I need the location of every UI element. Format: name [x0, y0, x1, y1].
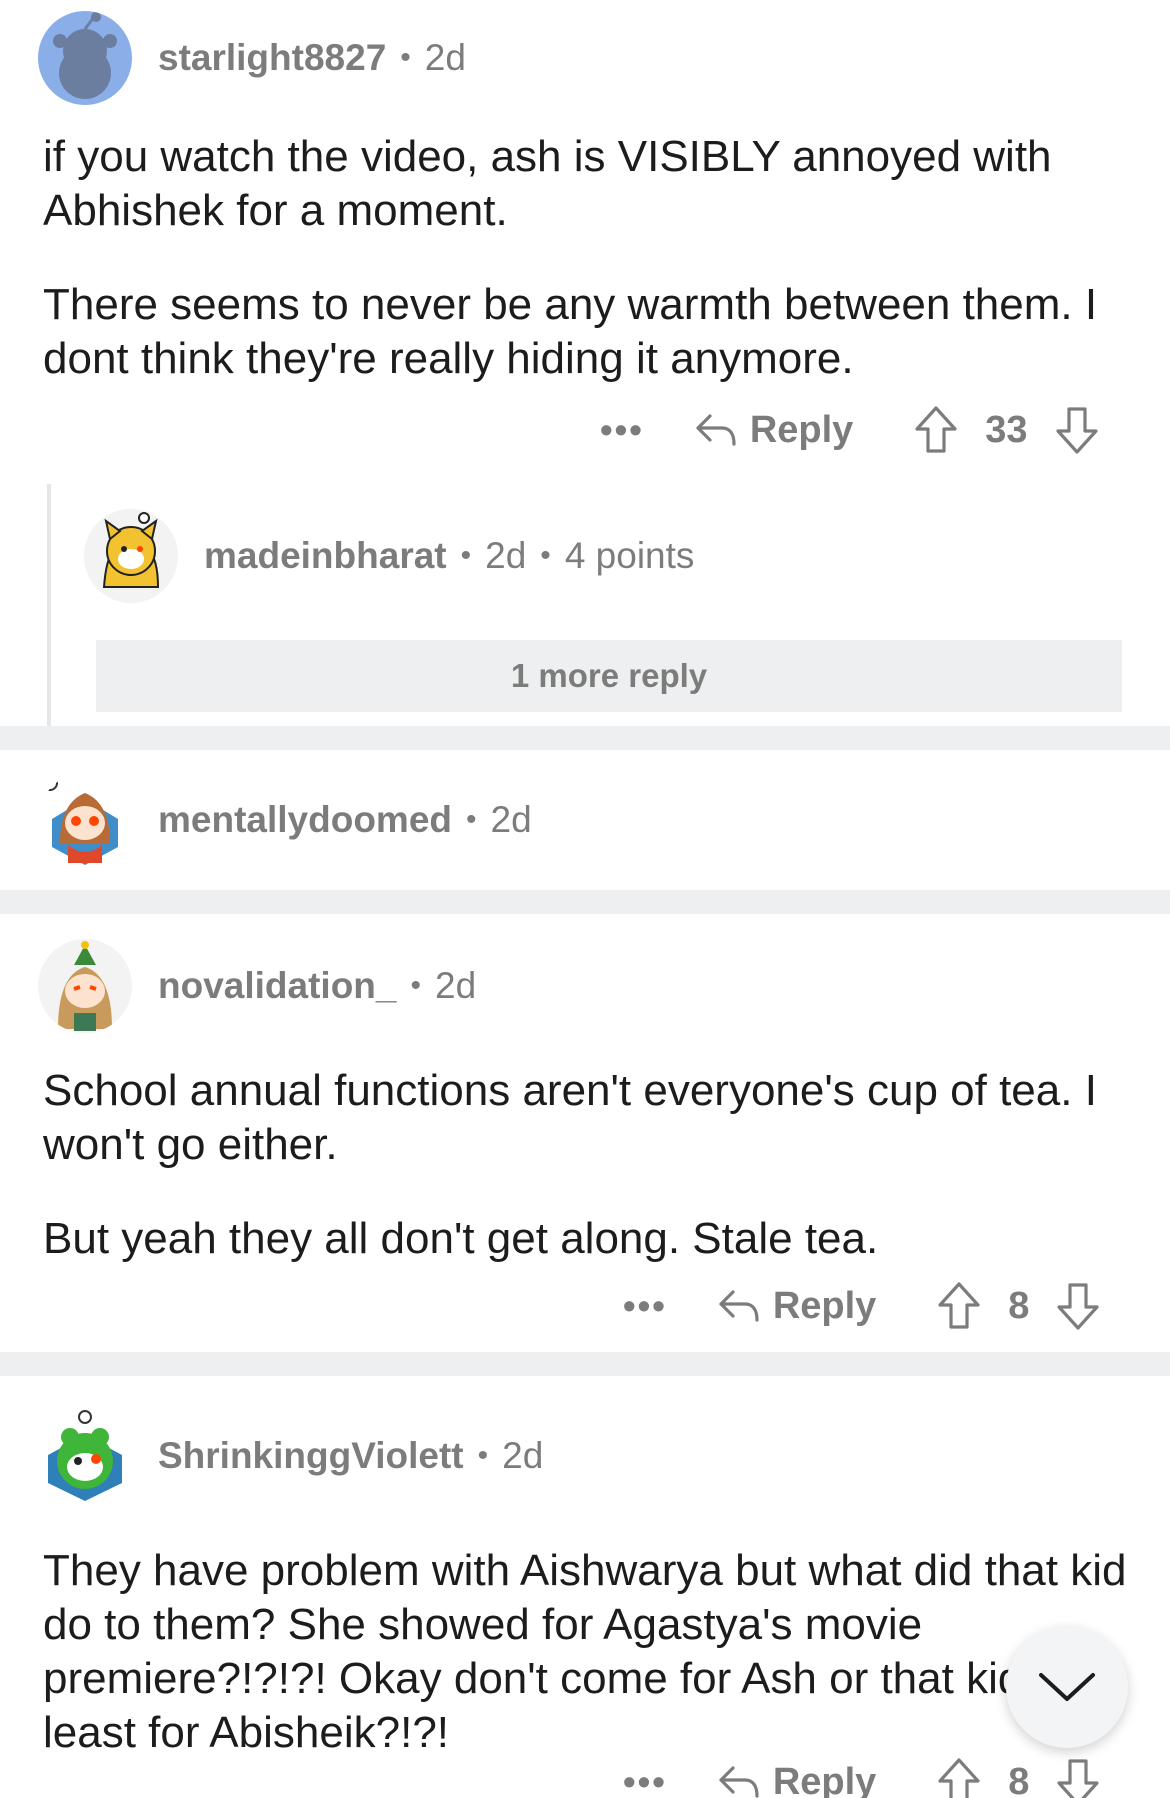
user-avatar[interactable]	[84, 509, 178, 603]
comment-body: School annual functions aren't everyone'…	[43, 1064, 1143, 1306]
reply-label: Reply	[772, 1284, 877, 1327]
meta-separator: •	[477, 1439, 489, 1472]
upvote-arrow-icon[interactable]	[936, 1281, 982, 1331]
comment-actions: ••• Reply 8	[623, 1276, 1101, 1336]
comment-meta: madeinbharat • 2d • 4 points	[204, 535, 694, 577]
meta-separator: •	[400, 41, 411, 74]
username[interactable]: ShrinkinggViolett	[158, 1435, 464, 1477]
username[interactable]: mentallydoomed	[158, 799, 452, 841]
more-options-button[interactable]: •••	[600, 409, 644, 451]
comment-age: 2d	[490, 799, 532, 840]
comment-age: 2d	[502, 1435, 544, 1476]
comment-age: 2d	[485, 535, 527, 576]
downvote-arrow-icon[interactable]	[1055, 1281, 1101, 1331]
snoo-avatar-icon	[42, 775, 118, 865]
comment-mentallydoomed[interactable]: mentallydoomed • 2d	[0, 750, 1170, 890]
vote-score: 33	[985, 408, 1028, 451]
meta-separator: •	[460, 539, 472, 572]
comment-header: ShrinkinggViolett • 2d	[38, 1408, 543, 1504]
snoo-avatar-icon	[53, 12, 117, 99]
reply-arrow-icon	[696, 414, 736, 446]
downvote-arrow-icon[interactable]	[1055, 1757, 1101, 1798]
user-avatar[interactable]	[38, 939, 132, 1033]
comment-paragraph: But yeah they all don't get along. Stale…	[43, 1214, 879, 1263]
meta-separator: •	[410, 969, 421, 1002]
comment-body: if you watch the video, ash is VISIBLY a…	[43, 130, 1143, 426]
comment-header: novalidation_ • 2d	[38, 938, 476, 1034]
comment-shrinkinggviolett: ShrinkinggViolett • 2d They have problem…	[0, 1376, 1170, 1798]
comment-separator	[0, 726, 1170, 750]
reply-arrow-icon	[719, 1766, 759, 1798]
comment-header: starlight8827 • 2d	[38, 10, 466, 106]
username[interactable]: madeinbharat	[204, 535, 447, 577]
username[interactable]: novalidation_	[158, 965, 396, 1007]
comment-starlight8827: starlight8827 • 2d if you watch the vide…	[0, 0, 1170, 726]
comment-age: 2d	[435, 965, 477, 1006]
meta-separator: •	[540, 539, 551, 572]
chevron-down-icon	[1039, 1673, 1095, 1701]
comment-points: 4 points	[564, 535, 695, 576]
username[interactable]: starlight8827	[158, 37, 386, 79]
comment-paragraph: They have problem with Aishwarya but wha…	[43, 1546, 1127, 1757]
shiba-snoo-avatar-icon	[102, 512, 160, 588]
meta-separator: •	[466, 803, 477, 836]
comment-header: mentallydoomed • 2d	[38, 772, 532, 868]
comment-separator	[0, 1352, 1170, 1376]
vote-score: 8	[1008, 1760, 1030, 1798]
comment-meta: starlight8827 • 2d	[158, 37, 466, 79]
downvote-arrow-icon[interactable]	[1054, 405, 1100, 455]
snoo-avatar-icon	[58, 941, 112, 1031]
comment-meta: mentallydoomed • 2d	[158, 799, 532, 841]
comment-meta: ShrinkinggViolett • 2d	[158, 1435, 543, 1477]
reply-button[interactable]: Reply	[694, 409, 853, 452]
scroll-down-button[interactable]	[1006, 1626, 1128, 1748]
upvote-arrow-icon[interactable]	[936, 1757, 982, 1798]
reply-label: Reply	[749, 408, 854, 451]
comment-novalidation: novalidation_ • 2d School annual functio…	[0, 914, 1170, 1352]
reply-arrow-icon	[719, 1290, 759, 1322]
reply-button[interactable]: Reply	[717, 1285, 876, 1328]
reply-label: Reply	[772, 1760, 877, 1798]
more-options-button[interactable]: •••	[623, 1285, 667, 1327]
more-replies-button[interactable]: 1 more reply	[96, 640, 1122, 712]
reply-header: madeinbharat • 2d • 4 points	[84, 508, 694, 604]
comment-paragraph: There seems to never be any warmth betwe…	[43, 280, 1098, 383]
more-options-button[interactable]: •••	[623, 1761, 667, 1798]
comment-paragraph: School annual functions aren't everyone'…	[43, 1066, 1097, 1169]
thread-line[interactable]	[47, 484, 51, 726]
vote-score: 8	[1008, 1284, 1030, 1327]
comment-actions: ••• Reply 33	[600, 400, 1100, 460]
comment-separator	[0, 890, 1170, 914]
user-avatar[interactable]	[38, 773, 132, 867]
comment-paragraph: if you watch the video, ash is VISIBLY a…	[43, 132, 1052, 235]
reply-button[interactable]: Reply	[717, 1761, 876, 1798]
upvote-arrow-icon[interactable]	[913, 405, 959, 455]
comment-age: 2d	[424, 37, 466, 78]
frog-snoo-avatar-icon	[48, 1410, 122, 1501]
comment-actions: ••• Reply 8	[623, 1752, 1101, 1798]
user-avatar[interactable]	[38, 11, 132, 105]
comment-meta: novalidation_ • 2d	[158, 965, 476, 1007]
user-avatar[interactable]	[38, 1409, 132, 1503]
